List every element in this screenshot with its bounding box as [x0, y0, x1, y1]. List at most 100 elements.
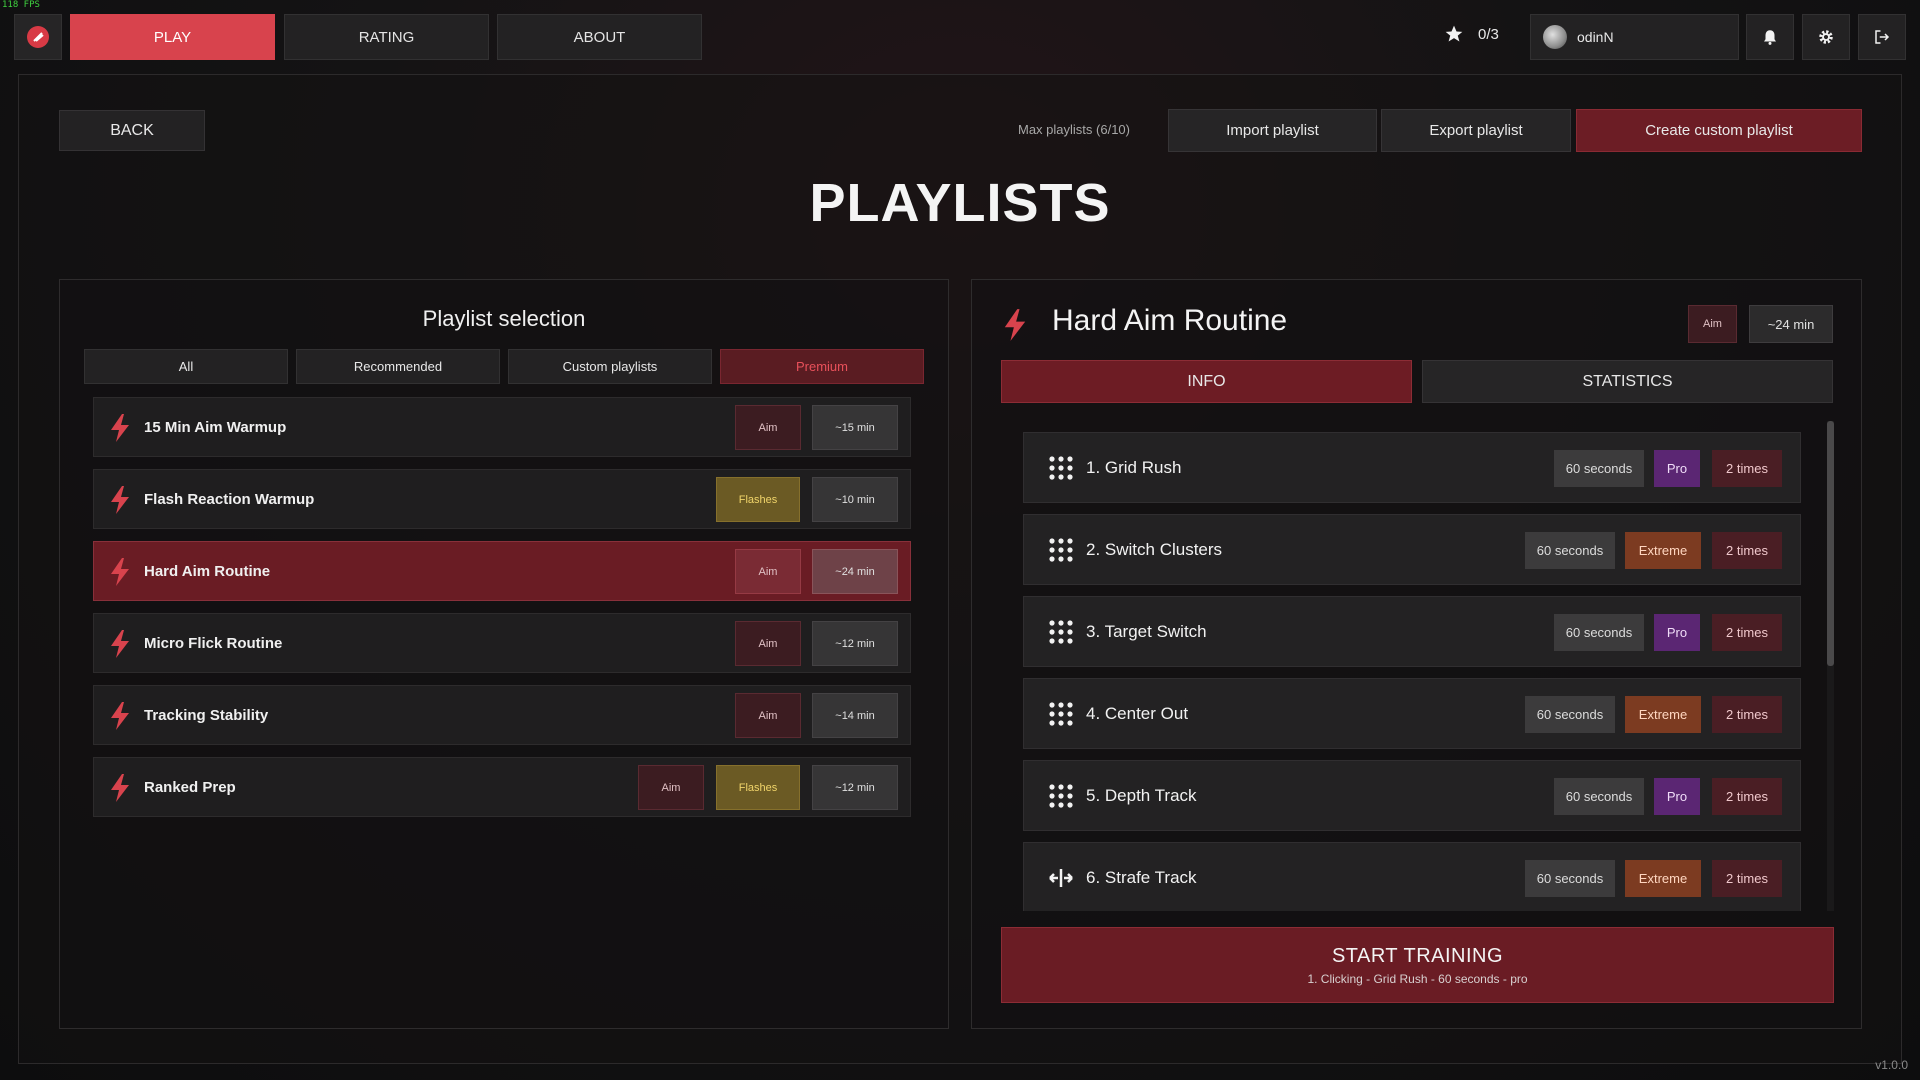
lightning-icon [1004, 309, 1026, 341]
lightning-icon [111, 486, 129, 514]
tag-aim: Aim [1688, 305, 1737, 343]
back-button[interactable]: BACK [59, 110, 205, 151]
playlist-row-selected[interactable]: Hard Aim Routine Aim ~24 min [93, 541, 911, 601]
task-row[interactable]: 6. Strafe Track 60 seconds Extreme 2 tim… [1023, 842, 1801, 911]
repeat-badge: 2 times [1712, 778, 1782, 815]
repeat-badge: 2 times [1712, 450, 1782, 487]
filter-all[interactable]: All [84, 349, 288, 384]
duration-badge: ~12 min [812, 765, 898, 810]
scrollbar-thumb[interactable] [1827, 421, 1834, 666]
task-row[interactable]: 3. Target Switch 60 seconds Pro 2 times [1023, 596, 1801, 667]
user-profile[interactable]: odinN [1530, 14, 1739, 60]
task-duration: 60 seconds [1554, 778, 1644, 815]
task-duration: 60 seconds [1525, 860, 1615, 897]
settings-button[interactable] [1802, 14, 1850, 60]
start-training-label: START TRAINING [1331, 944, 1504, 967]
difficulty-badge: Extreme [1625, 696, 1701, 733]
lightning-icon [111, 630, 129, 658]
notifications-button[interactable] [1746, 14, 1794, 60]
star-count: 0/3 [1478, 25, 1499, 43]
difficulty-badge: Pro [1654, 778, 1700, 815]
tag-aim: Aim [638, 765, 704, 810]
nav-tab-play[interactable]: PLAY [70, 14, 275, 60]
task-list-scrollbar[interactable] [1827, 421, 1834, 911]
tag-aim: Aim [735, 621, 801, 666]
task-duration: 60 seconds [1554, 614, 1644, 651]
grid-icon [1049, 620, 1073, 644]
playlist-name: Ranked Prep [144, 778, 236, 796]
playlist-row[interactable]: Ranked Prep Aim Flashes ~12 min [93, 757, 911, 817]
repeat-badge: 2 times [1712, 532, 1782, 569]
difficulty-badge: Extreme [1625, 532, 1701, 569]
bell-icon [1764, 30, 1776, 45]
logout-icon [1875, 30, 1890, 44]
playlist-name: Micro Flick Routine [144, 634, 283, 652]
filter-premium[interactable]: Premium [720, 349, 924, 384]
logo-icon [27, 26, 49, 48]
lightning-icon [111, 702, 129, 730]
start-training-subtitle: 1. Clicking - Grid Rush - 60 seconds - p… [1307, 971, 1528, 986]
gear-icon [1819, 30, 1833, 44]
tag-aim: Aim [735, 549, 801, 594]
create-custom-playlist-button[interactable]: Create custom playlist [1576, 109, 1862, 152]
grid-icon [1049, 538, 1073, 562]
start-training-button[interactable]: START TRAINING 1. Clicking - Grid Rush -… [1001, 927, 1834, 1003]
task-name: 3. Target Switch [1086, 621, 1207, 641]
playlist-row[interactable]: Tracking Stability Aim ~14 min [93, 685, 911, 745]
playlist-row[interactable]: 15 Min Aim Warmup Aim ~15 min [93, 397, 911, 457]
difficulty-badge: Pro [1654, 450, 1700, 487]
task-name: 4. Center Out [1086, 703, 1189, 723]
top-bar: PLAY RATING ABOUT 0/3 odinN [0, 0, 1920, 72]
task-row[interactable]: 1. Grid Rush 60 seconds Pro 2 times [1023, 432, 1801, 503]
nav-tab-about[interactable]: ABOUT [497, 14, 702, 60]
lightning-icon [111, 558, 129, 586]
playlist-name: Flash Reaction Warmup [144, 490, 315, 508]
duration-badge: ~15 min [812, 405, 898, 450]
filter-custom-playlists[interactable]: Custom playlists [508, 349, 712, 384]
playlist-name: 15 Min Aim Warmup [144, 418, 287, 436]
grid-icon [1049, 784, 1073, 808]
lightning-icon [111, 774, 129, 802]
task-name: 6. Strafe Track [1086, 867, 1197, 887]
task-duration: 60 seconds [1525, 696, 1615, 733]
playlist-row[interactable]: Flash Reaction Warmup Flashes ~10 min [93, 469, 911, 529]
logo-button[interactable] [14, 14, 62, 60]
duration-badge: ~24 min [1749, 305, 1833, 343]
logout-button[interactable] [1858, 14, 1906, 60]
duration-badge: ~24 min [812, 549, 898, 594]
duration-badge: ~10 min [812, 477, 898, 522]
task-duration: 60 seconds [1554, 450, 1644, 487]
task-list[interactable]: 1. Grid Rush 60 seconds Pro 2 times 2. S… [1010, 421, 1825, 911]
filter-recommended[interactable]: Recommended [296, 349, 500, 384]
grid-icon [1049, 702, 1073, 726]
duration-badge: ~12 min [812, 621, 898, 666]
repeat-badge: 2 times [1712, 860, 1782, 897]
task-row[interactable]: 4. Center Out 60 seconds Extreme 2 times [1023, 678, 1801, 749]
difficulty-badge: Extreme [1625, 860, 1701, 897]
export-playlist-button[interactable]: Export playlist [1381, 109, 1571, 152]
star-icon [1445, 25, 1463, 42]
strafe-icon [1049, 869, 1073, 887]
grid-icon [1049, 456, 1073, 480]
username: odinN [1577, 29, 1614, 45]
page-title: PLAYLISTS [809, 173, 1111, 233]
task-row[interactable]: 5. Depth Track 60 seconds Pro 2 times [1023, 760, 1801, 831]
lightning-icon [111, 414, 129, 442]
task-row[interactable]: 2. Switch Clusters 60 seconds Extreme 2 … [1023, 514, 1801, 585]
max-playlists-label: Max playlists (6/10) [1018, 122, 1130, 137]
playlist-row[interactable]: Micro Flick Routine Aim ~12 min [93, 613, 911, 673]
tab-statistics[interactable]: STATISTICS [1422, 360, 1833, 403]
tab-info[interactable]: INFO [1001, 360, 1412, 403]
task-duration: 60 seconds [1525, 532, 1615, 569]
detail-title: Hard Aim Routine [1052, 304, 1288, 337]
star-progress: 0/3 [1444, 24, 1499, 44]
import-playlist-button[interactable]: Import playlist [1168, 109, 1377, 152]
nav-tab-rating[interactable]: RATING [284, 14, 489, 60]
repeat-badge: 2 times [1712, 614, 1782, 651]
avatar [1543, 25, 1567, 49]
difficulty-badge: Pro [1654, 614, 1700, 651]
playlist-name: Hard Aim Routine [144, 562, 271, 580]
tag-flashes: Flashes [716, 477, 800, 522]
playlist-name: Tracking Stability [144, 706, 269, 724]
repeat-badge: 2 times [1712, 696, 1782, 733]
